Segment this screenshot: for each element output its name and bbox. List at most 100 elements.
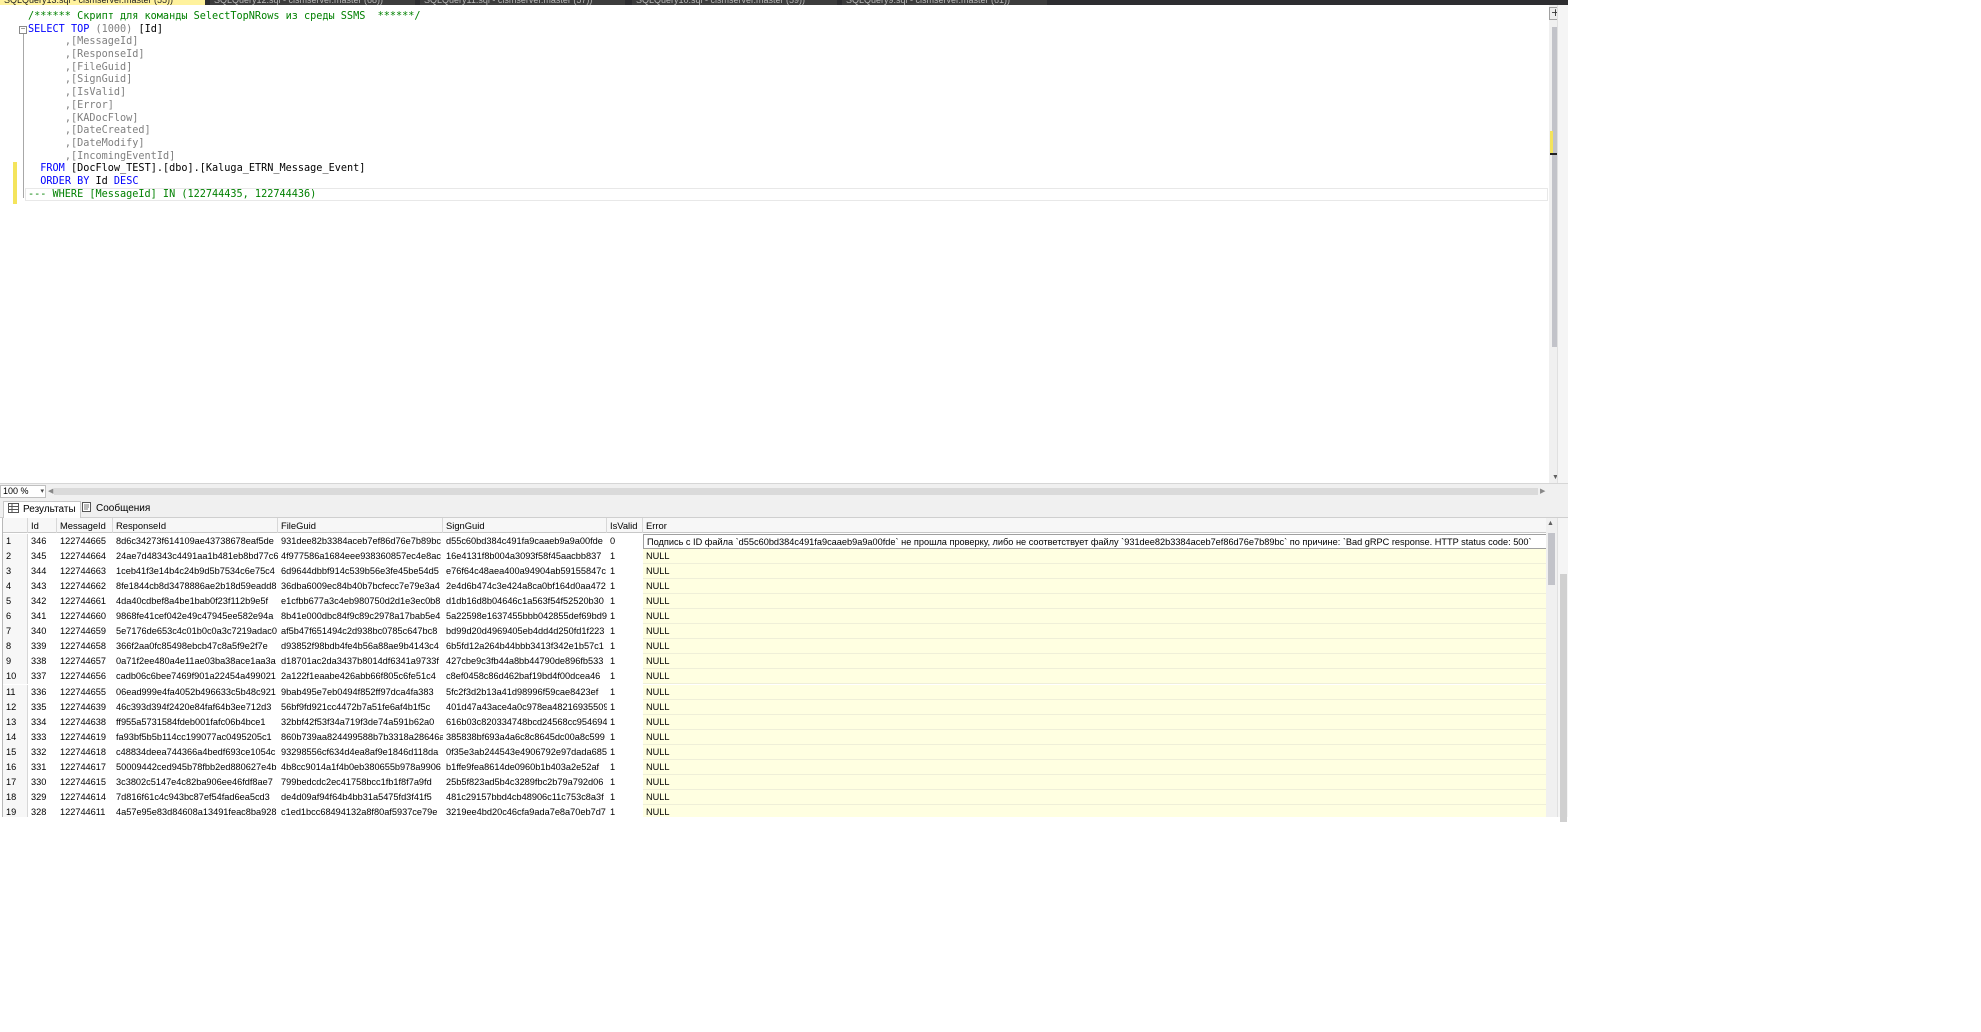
table-cell[interactable]: 46c393d394f2420e84faf64b3ee712d3 [113, 700, 278, 715]
table-cell[interactable]: 4a57e95e83d84608a13491feac8ba928 [113, 805, 278, 817]
table-cell[interactable]: 0 [607, 534, 643, 549]
table-cell[interactable]: 427cbe9c3fb44a8bb44790de896fb533 [443, 654, 607, 669]
row-number[interactable]: 6 [3, 609, 28, 625]
table-cell[interactable]: 342 [28, 594, 57, 609]
table-cell[interactable]: 333 [28, 730, 57, 745]
table-cell[interactable]: 25b5f823ad5b4c3289fbc2b79a792d06 [443, 775, 607, 790]
table-cell[interactable]: ff955a5731584fdeb001fafc06b4bce1 [113, 715, 278, 730]
table-cell[interactable]: c8ef0458c86d462baf19bd4f00dcea46 [443, 669, 607, 684]
row-number[interactable]: 2 [3, 549, 28, 565]
table-cell[interactable]: 8b41e000dbc84f9c89c2978a17bab5e4 [278, 609, 443, 624]
table-cell[interactable]: 1 [607, 624, 643, 639]
table-cell[interactable]: 6d9644dbbf914c539b56e3fe45be54d5 [278, 564, 443, 579]
row-number[interactable]: 19 [3, 804, 28, 817]
table-cell[interactable]: 335 [28, 700, 57, 715]
table-cell[interactable]: 122744664 [57, 549, 113, 564]
row-number[interactable]: 10 [3, 669, 28, 685]
results-grid[interactable]: Id MessageId ResponseId FileGuid SignGuid IsV… [2, 518, 1546, 817]
table-cell[interactable]: 122744638 [57, 715, 113, 730]
row-number[interactable]: 18 [3, 789, 28, 805]
table-cell[interactable]: 93298556cf634d4ea8af9e1846d118da [278, 745, 443, 760]
table-cell[interactable]: 1 [607, 639, 643, 654]
table-cell[interactable]: 0f35e3ab244543e4906792e97dada685 [443, 745, 607, 760]
table-cell[interactable]: 345 [28, 549, 57, 564]
table-cell[interactable]: 1 [607, 579, 643, 594]
table-cell[interactable]: 4da40cdbef8a4be1bab0f23f112b9e5f [113, 594, 278, 609]
tab-messages[interactable]: Сообщения [77, 501, 154, 518]
table-cell[interactable]: 122744659 [57, 624, 113, 639]
row-number[interactable]: 15 [3, 744, 28, 760]
table-cell[interactable]: 56bf9fd921cc4472b7a51fe6af4b1f5c [278, 700, 443, 715]
table-cell[interactable]: 9bab495e7eb0494f852ff97dca4fa383 [278, 685, 443, 700]
table-cell[interactable]: 122744656 [57, 669, 113, 684]
row-number[interactable]: 4 [3, 579, 28, 595]
table-cell[interactable]: 1 [607, 669, 643, 684]
table-row[interactable]: 8 339 122744658 366f2aa0fc85498ebcb47c8a5f9… [3, 639, 1546, 655]
table-row[interactable]: 15 332 122744618 c48834deea744366a4bedf693c… [3, 744, 1546, 760]
table-cell[interactable]: 3219ee4bd20c46cfa9ada7e8a70eb7d7 [443, 805, 607, 817]
table-cell[interactable]: 122744611 [57, 805, 113, 817]
table-cell[interactable]: 122744658 [57, 639, 113, 654]
table-cell[interactable]: 1 [607, 775, 643, 790]
table-cell[interactable]: d1db16d8b04646c1a563f54f52520b30 [443, 594, 607, 609]
table-cell[interactable]: 332 [28, 745, 57, 760]
row-number[interactable]: 13 [3, 714, 28, 730]
table-cell[interactable]: af5b47f651494c2d938bc0785c647bc8 [278, 624, 443, 639]
table-cell[interactable]: 341 [28, 609, 57, 624]
table-row[interactable]: 6 341 122744660 9868fe41cef042e49c47945ee58… [3, 609, 1546, 625]
row-number[interactable]: 16 [3, 759, 28, 775]
table-cell[interactable]: 122744665 [57, 534, 113, 549]
column-header-id[interactable]: Id [28, 518, 57, 533]
table-cell[interactable]: 931dee82b3384aceb7ef86d76e7b89bc [278, 534, 443, 549]
table-row[interactable]: 13 334 122744638 ff955a5731584fdeb001fafc06… [3, 714, 1546, 730]
table-row[interactable]: 9 338 122744657 0a71f2ee480a4e11ae03ba38ace… [3, 654, 1546, 670]
table-cell[interactable]: 5fc2f3d2b13a41d98996f59cae8423ef [443, 685, 607, 700]
table-cell[interactable]: 4f977586a1684eee938360857ec4e8ac [278, 549, 443, 564]
table-cell[interactable]: NULL [643, 579, 1546, 595]
table-cell[interactable]: 4b8cc9014a1f4b0eb380655b978a9906 [278, 760, 443, 775]
table-cell[interactable]: 338 [28, 654, 57, 669]
row-number[interactable]: 1 [3, 534, 28, 549]
table-cell[interactable]: 1 [607, 685, 643, 700]
table-cell[interactable]: 122744660 [57, 609, 113, 624]
scroll-up-icon[interactable]: ▲ [1547, 520, 1554, 527]
row-number[interactable]: 9 [3, 654, 28, 670]
row-number[interactable]: 3 [3, 564, 28, 580]
table-cell[interactable]: 24ae7d48343c4491aa1b481eb8bd77c6 [113, 549, 278, 564]
table-cell[interactable]: 2e4d6b474c3e424a8ca0bf164d0aa472 [443, 579, 607, 594]
column-header-isvalid[interactable]: IsValid [607, 518, 643, 533]
table-cell[interactable]: 8d6c34273f614109ae43738678eaf5de [113, 534, 278, 549]
table-cell[interactable]: NULL [643, 789, 1546, 805]
table-cell[interactable]: 122744619 [57, 730, 113, 745]
table-row[interactable]: 3 344 122744663 1ceb41f3e14b4c24b9d5b7534c6… [3, 564, 1546, 580]
table-row[interactable]: 12 335 122744639 46c393d394f2420e84faf64b3e… [3, 699, 1546, 715]
table-cell[interactable]: 344 [28, 564, 57, 579]
table-cell[interactable]: 6b5fd12a264b44bbb3413f342e1b57c1 [443, 639, 607, 654]
row-number[interactable]: 11 [3, 684, 28, 700]
grid-scroll-thumb[interactable] [1548, 533, 1555, 585]
table-row[interactable]: 19 328 122744611 4a57e95e83d84608a13491feac… [3, 804, 1546, 817]
table-cell[interactable]: 1 [607, 609, 643, 624]
scroll-right-icon[interactable]: ▶ [1540, 485, 1548, 498]
table-cell[interactable]: NULL [643, 744, 1546, 760]
table-cell[interactable]: cadb06c6bee7469f901a22454a499021 [113, 669, 278, 684]
table-cell[interactable]: 1 [607, 594, 643, 609]
row-number[interactable]: 14 [3, 729, 28, 745]
table-row[interactable]: 18 329 122744614 7d816f61c4c943bc87ef54fad6… [3, 789, 1546, 805]
column-header-error[interactable]: Error [643, 518, 1546, 533]
table-cell[interactable]: 1 [607, 805, 643, 817]
table-cell[interactable]: 346 [28, 534, 57, 549]
table-cell[interactable]: 1 [607, 564, 643, 579]
table-cell[interactable]: 50009442ced945b78fbb2ed880627e4b [113, 760, 278, 775]
table-cell[interactable]: 334 [28, 715, 57, 730]
column-header-fileguid[interactable]: FileGuid [278, 518, 443, 533]
table-cell[interactable]: 1ceb41f3e14b4c24b9d5b7534c6e75c4 [113, 564, 278, 579]
table-cell[interactable]: 3c3802c5147e4c82ba906ee46fdf8ae7 [113, 775, 278, 790]
horizontal-scroll-thumb[interactable] [54, 488, 1538, 495]
grid-corner[interactable] [3, 518, 28, 533]
table-cell[interactable]: e1cfbb677a3c4eb980750d2d1e3ec0b8 [278, 594, 443, 609]
table-cell[interactable]: NULL [643, 699, 1546, 715]
table-cell[interactable]: 9868fe41cef042e49c47945ee582e94a [113, 609, 278, 624]
zoom-dropdown[interactable]: 100 % ▾ [0, 485, 46, 498]
table-cell[interactable]: 799bedcdc2ec41758bcc1fb1f8f7a9fd [278, 775, 443, 790]
